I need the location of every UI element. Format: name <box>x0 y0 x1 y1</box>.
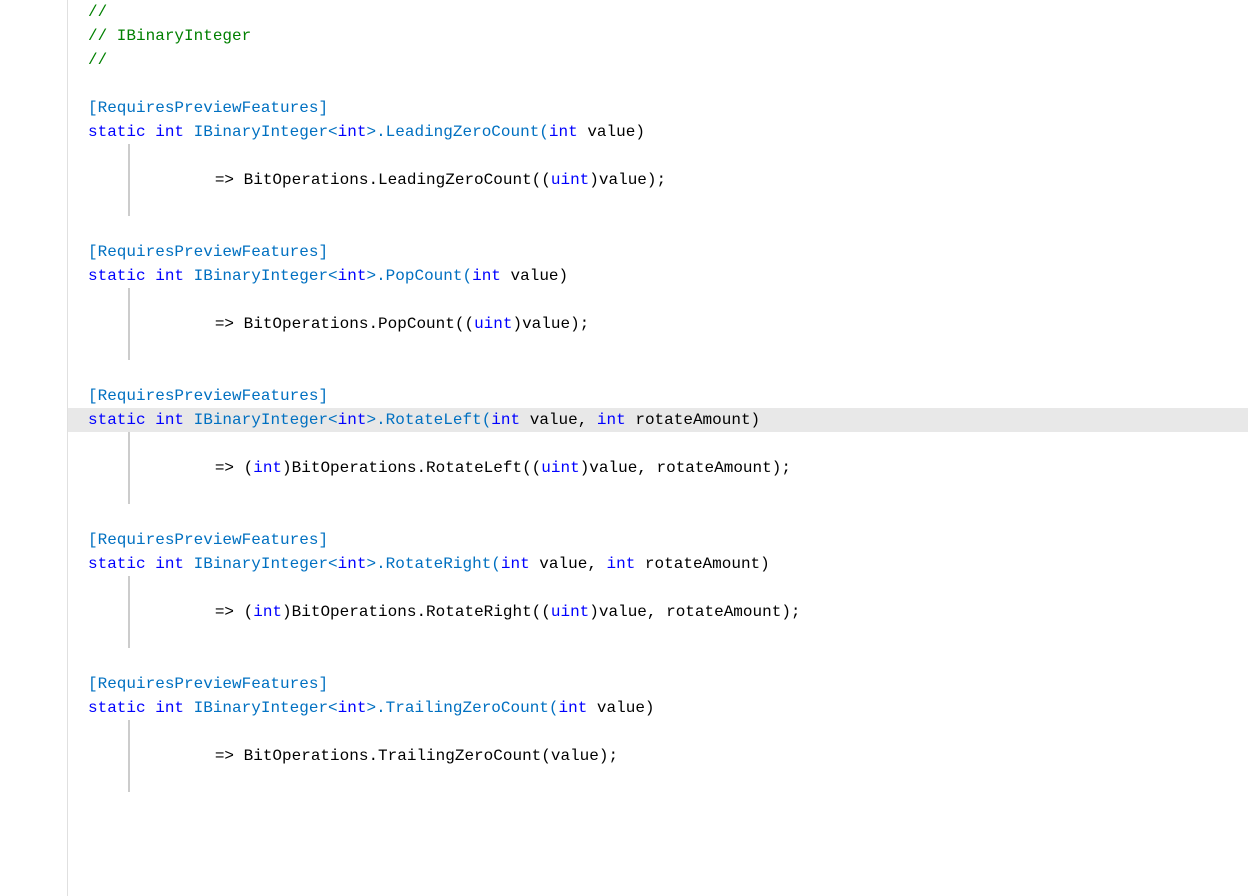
param-type: int <box>472 264 501 288</box>
code-line-body: => BitOperations.PopCount((uint)value); <box>68 288 1248 360</box>
param-type1: int <box>491 408 520 432</box>
method-name2: >.RotateLeft( <box>366 408 491 432</box>
empty-line <box>68 72 1248 96</box>
method-name: IBinaryInteger< <box>194 696 338 720</box>
keyword-static: static <box>88 264 155 288</box>
method-name: IBinaryInteger< <box>194 408 338 432</box>
code-line: [RequiresPreviewFeatures] <box>68 96 1248 120</box>
type-int: int <box>338 408 367 432</box>
type-int: int <box>338 696 367 720</box>
code-line: [RequiresPreviewFeatures] <box>68 528 1248 552</box>
param-name1: value, <box>530 552 607 576</box>
left-bar: => BitOperations.TrailingZeroCount(value… <box>128 720 618 792</box>
param-type: int <box>549 120 578 144</box>
attribute-text: [RequiresPreviewFeatures] <box>88 96 328 120</box>
param-type1: int <box>501 552 530 576</box>
keyword-static: static <box>88 120 155 144</box>
body-text: => (int)BitOperations.RotateLeft((uint)v… <box>215 459 791 477</box>
code-line: [RequiresPreviewFeatures] <box>68 240 1248 264</box>
attribute-text: [RequiresPreviewFeatures] <box>88 672 328 696</box>
method-name: IBinaryInteger< <box>194 552 338 576</box>
body-text: => BitOperations.TrailingZeroCount(value… <box>215 747 618 765</box>
comment-text: // <box>88 0 107 24</box>
code-line: static int IBinaryInteger<int>.RotateRig… <box>68 552 1248 576</box>
param-type: int <box>559 696 588 720</box>
param-name: value) <box>578 120 645 144</box>
param-name: value) <box>587 696 654 720</box>
empty-line <box>68 216 1248 240</box>
code-line: // <box>68 48 1248 72</box>
method-name2: >.LeadingZeroCount( <box>366 120 548 144</box>
comment-text: // <box>88 48 107 72</box>
method-name: IBinaryInteger< <box>194 264 338 288</box>
left-bar: => BitOperations.PopCount((uint)value); <box>128 288 589 360</box>
keyword-static: static <box>88 552 155 576</box>
keyword-static: static <box>88 408 155 432</box>
code-line-body: => (int)BitOperations.RotateRight((uint)… <box>68 576 1248 648</box>
method-name2: >.PopCount( <box>366 264 472 288</box>
code-line-body: => (int)BitOperations.RotateLeft((uint)v… <box>68 432 1248 504</box>
empty-line <box>68 360 1248 384</box>
body-text: => BitOperations.LeadingZeroCount((uint)… <box>215 171 666 189</box>
param-name2: rotateAmount) <box>635 552 769 576</box>
left-bar: => BitOperations.LeadingZeroCount((uint)… <box>128 144 666 216</box>
code-area[interactable]: // // IBinaryInteger // [RequiresPreview… <box>68 0 1248 896</box>
keyword-int: int <box>155 264 193 288</box>
body-text: => (int)BitOperations.RotateRight((uint)… <box>215 603 801 621</box>
comment-text: // IBinaryInteger <box>88 24 251 48</box>
code-line-body: => BitOperations.TrailingZeroCount(value… <box>68 720 1248 792</box>
param-name1: value, <box>520 408 597 432</box>
param-name: value) <box>501 264 568 288</box>
method-name2: >.RotateRight( <box>366 552 500 576</box>
body-text: => BitOperations.PopCount((uint)value); <box>215 315 589 333</box>
attribute-text: [RequiresPreviewFeatures] <box>88 240 328 264</box>
type-int: int <box>338 120 367 144</box>
method-name: IBinaryInteger< <box>194 120 338 144</box>
left-bar: => (int)BitOperations.RotateLeft((uint)v… <box>128 432 791 504</box>
code-line-highlighted: static int IBinaryInteger<int>.RotateLef… <box>68 408 1248 432</box>
type-int: int <box>338 552 367 576</box>
keyword-int: int <box>155 408 193 432</box>
code-line: [RequiresPreviewFeatures] <box>68 384 1248 408</box>
code-line-body: => BitOperations.LeadingZeroCount((uint)… <box>68 144 1248 216</box>
keyword-int: int <box>155 120 193 144</box>
code-line: [RequiresPreviewFeatures] <box>68 672 1248 696</box>
empty-line <box>68 504 1248 528</box>
gutter <box>0 0 68 896</box>
keyword-static: static <box>88 696 155 720</box>
code-line: static int IBinaryInteger<int>.TrailingZ… <box>68 696 1248 720</box>
code-line: // IBinaryInteger <box>68 24 1248 48</box>
empty-line <box>68 648 1248 672</box>
param-name2: rotateAmount) <box>626 408 760 432</box>
code-line: // <box>68 0 1248 24</box>
left-bar: => (int)BitOperations.RotateRight((uint)… <box>128 576 801 648</box>
code-line: static int IBinaryInteger<int>.PopCount(… <box>68 264 1248 288</box>
code-container: // // IBinaryInteger // [RequiresPreview… <box>0 0 1248 896</box>
code-line: static int IBinaryInteger<int>.LeadingZe… <box>68 120 1248 144</box>
keyword-int: int <box>155 696 193 720</box>
param-type2: int <box>597 408 626 432</box>
attribute-text: [RequiresPreviewFeatures] <box>88 384 328 408</box>
method-name2: >.TrailingZeroCount( <box>366 696 558 720</box>
keyword-int: int <box>155 552 193 576</box>
type-int: int <box>338 264 367 288</box>
attribute-text: [RequiresPreviewFeatures] <box>88 528 328 552</box>
param-type2: int <box>607 552 636 576</box>
